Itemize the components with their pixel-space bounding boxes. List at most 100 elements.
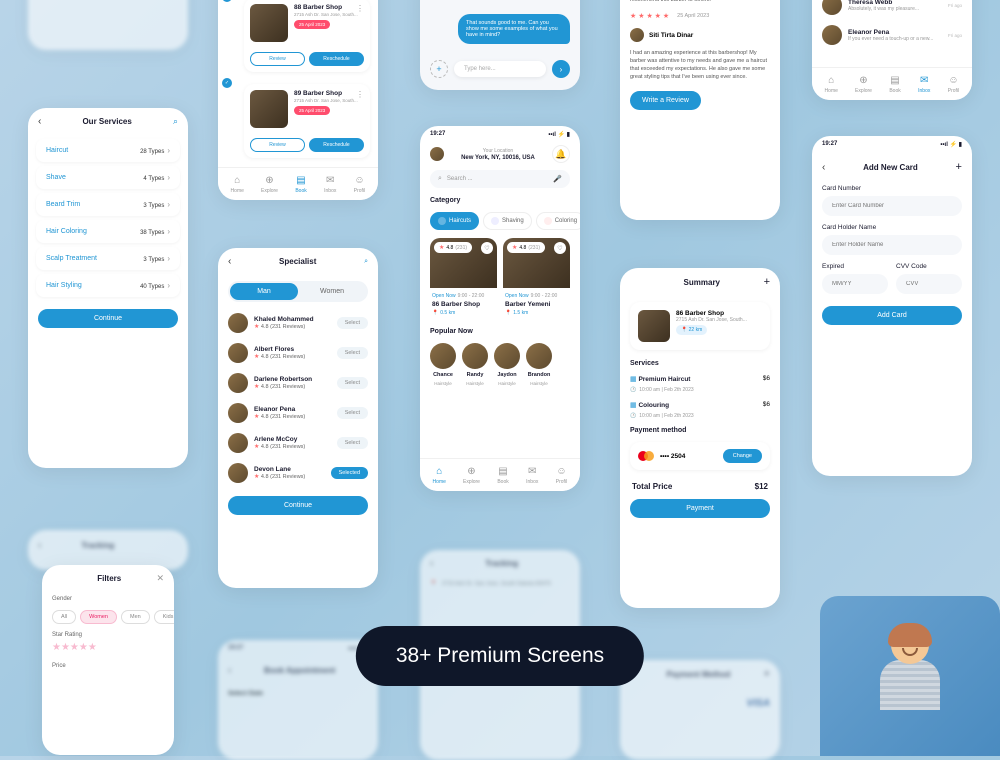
continue-button[interactable]: Continue [38,309,178,328]
status-icons: ••ıl ⚡ ▮ [940,141,962,148]
services-screen: ‹ Our Services ⌕ Haircut28 Types› Shave4… [28,108,188,468]
popular-item[interactable]: JaydonHairstyle [494,343,520,386]
specialist-item[interactable]: Albert Flores★ 4.8 (231 Reviews)Select [218,338,378,368]
send-icon[interactable]: › [552,60,570,78]
nav-profil[interactable]: ☺Profil [947,74,959,94]
search-bar[interactable]: ⌕ Search ... 🎤 [430,170,570,188]
user-avatar[interactable] [430,147,444,161]
filter-pill-men[interactable]: Men [121,610,150,624]
popular-item[interactable]: ChanceHairstyle [430,343,456,386]
bottom-nav: ⌂Home ⊕Explore ▤Book ✉Inbox ☺Profil [218,167,378,200]
service-item[interactable]: Haircut28 Types› [36,139,180,162]
nav-book[interactable]: ▤Book [889,74,901,94]
nav-inbox[interactable]: ✉Inbox [526,465,538,485]
mic-icon[interactable]: 🎤 [553,175,562,183]
back-icon[interactable]: ‹ [822,162,825,173]
chat-input[interactable]: Type here... [454,61,546,77]
popular-item[interactable]: RandyHairstyle [462,343,488,386]
gender-tabs: Man Women [228,281,368,302]
booking-card[interactable]: 88 Barber Shop 2715 Ash Dr. San Jose, So… [244,0,370,72]
search-icon[interactable]: ⌕ [364,258,368,266]
tracking-bg-screen: ‹Tracking [28,530,188,570]
rating-stars: ★ ★ ★ ★ ★25 April 2023 [620,8,780,24]
summary-shop-card[interactable]: 86 Barber Shop 2715 Ash Dr. San Jose, So… [630,302,770,350]
payment-method-card[interactable]: •••• 2504 Change [630,442,770,470]
payment-button[interactable]: Payment [630,499,770,518]
specialist-item[interactable]: Devon Lane★ 4.8 (231 Reviews)Selected [218,458,378,488]
filter-pill-all[interactable]: All [52,610,76,624]
visa-logo: VISA [620,688,780,719]
nav-profil[interactable]: ☺Profil [353,174,365,194]
pin-icon: 📍 [432,310,438,316]
continue-button[interactable]: Continue [228,496,368,515]
clock-icon: 🕐 [630,387,636,393]
popular-item[interactable]: BrandonHairstyle [526,343,552,386]
nav-book[interactable]: ▤Book [295,174,307,194]
filters-modal: Filters ✕ Gender All Women Men Kids Star… [42,565,174,755]
back-icon[interactable]: ‹ [38,116,41,127]
nav-profil[interactable]: ☺Profil [555,465,567,485]
service-item[interactable]: Scalp Treatment3 Types› [36,247,180,270]
card-number-input[interactable] [822,196,962,216]
nav-inbox[interactable]: ✉Inbox [324,174,336,194]
service-item[interactable]: Hair Styling40 Types› [36,274,180,297]
pin-icon: 📍 [681,327,687,333]
booking-card[interactable]: 89 Barber Shop 2715 Ash Dr. San Jose, So… [244,84,370,158]
radio-checked-icon[interactable]: ✓ [222,0,232,2]
cvv-input[interactable] [896,274,962,294]
specialist-item[interactable]: Darlene Robertson★ 4.8 (231 Reviews)Sele… [218,368,378,398]
radio-checked-icon[interactable]: ✓ [222,78,232,88]
expiry-input[interactable] [822,274,888,294]
inbox-item[interactable]: Eleanor PenaIf you ever need a touch-up … [812,20,972,50]
specialist-screen: ‹ Specialist ⌕ Man Women Khaled Mohammed… [218,248,378,588]
plus-icon[interactable]: + [764,276,770,288]
star-rating-picker[interactable]: ★★★★★ [42,640,174,655]
bell-icon[interactable]: 🔔 [552,145,570,163]
review-text: I had an amazing experience at this barb… [620,46,780,85]
nav-inbox[interactable]: ✉Inbox [918,74,930,94]
nav-home[interactable]: ⌂Home [825,74,838,94]
nav-home[interactable]: ⌂Home [231,174,244,194]
shop-card[interactable]: ★4.8 (231)♡ Open Now 9:00 - 22:00Barber … [503,238,570,320]
nav-explore[interactable]: ⊕Explore [261,174,278,194]
search-icon[interactable]: ⌕ [173,116,178,127]
shop-card[interactable]: ★4.8 (231)♡ Open Now 9:00 - 22:0086 Barb… [430,238,497,320]
category-pill[interactable]: Shaving [483,212,532,230]
nav-explore[interactable]: ⊕Explore [855,74,872,94]
service-item[interactable]: Hair Coloring38 Types› [36,220,180,243]
tab-man[interactable]: Man [230,283,298,300]
location-selector[interactable]: Your Location New York, NY, 10016, USA [450,148,546,161]
filter-pill-women[interactable]: Women [80,610,117,624]
payment-method-screen: ‹Payment Method+ VISA [620,660,780,760]
back-icon[interactable]: ‹ [228,256,231,267]
add-card-button[interactable]: Add Card [822,306,962,325]
tab-women[interactable]: Women [298,283,366,300]
filter-pill-kids[interactable]: Kids [154,610,174,624]
plus-icon[interactable]: + [956,161,962,173]
heart-icon[interactable]: ♡ [554,242,566,254]
specialist-item[interactable]: Arlene McCoy★ 4.8 (231 Reviews)Select [218,428,378,458]
close-icon[interactable]: ✕ [156,573,164,584]
heart-icon[interactable]: ♡ [481,242,493,254]
inbox-item[interactable]: Theresa WebbAbsolutely, it was my pleasu… [812,0,972,20]
category-pill[interactable]: Coloring [536,212,580,230]
nav-book[interactable]: ▤Book [497,465,509,485]
reviews-screen: Khaled Mohammed I had a great experience… [620,0,780,220]
change-button[interactable]: Change [723,449,762,463]
add-attachment-icon[interactable]: + [430,60,448,78]
write-review-button[interactable]: Write a Review [630,91,701,110]
home-screen: 19:27••ıl ⚡ ▮ Your Location New York, NY… [420,126,580,491]
specialist-item[interactable]: Khaled Mohammed★ 4.8 (231 Reviews)Select [218,308,378,338]
service-item[interactable]: Beard Trim3 Types› [36,193,180,216]
chat-screen: That sounds good to me. Can you show me … [420,0,580,90]
menu-dots-icon[interactable]: ⋮ [356,90,364,99]
pin-icon: 📍 [505,310,511,316]
nav-explore[interactable]: ⊕Explore [463,465,480,485]
specialist-item[interactable]: Eleanor Pena★ 4.8 (231 Reviews)Select [218,398,378,428]
service-item[interactable]: Shave4 Types› [36,166,180,189]
card-holder-input[interactable] [822,235,962,255]
status-icons: ••ıl ⚡ ▮ [548,131,570,138]
menu-dots-icon[interactable]: ⋮ [356,4,364,13]
nav-home[interactable]: ⌂Home [433,465,446,485]
category-pill[interactable]: Haircuts [430,212,479,230]
